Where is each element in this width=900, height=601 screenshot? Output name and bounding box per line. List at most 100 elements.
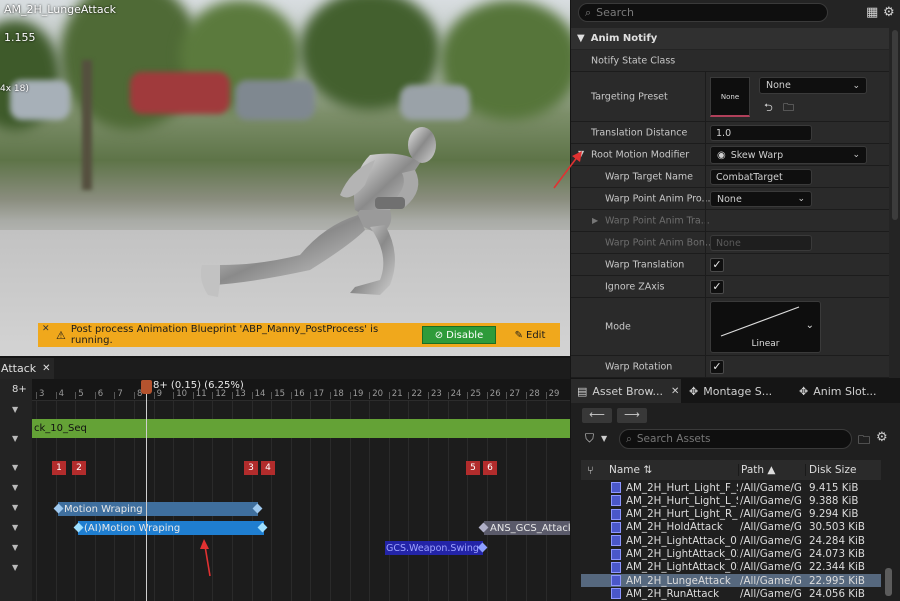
table-view-icon[interactable]: ▦ bbox=[866, 5, 878, 20]
asset-row[interactable]: AM_2H_HoldAttack/All/Game/G 30.503 KiB bbox=[581, 521, 881, 534]
asset-row[interactable]: AM_2H_LightAttack_02/All/Game/G 24.073 Ki… bbox=[581, 548, 881, 561]
asset-row[interactable]: AM_2H_Hurt_Light_L_S/All/Game/G 9.388 KiB bbox=[581, 494, 881, 507]
tab-anim-slot[interactable]: ✥ Anim Slot... bbox=[793, 379, 900, 403]
browse-asset-icon[interactable]: 🗀 bbox=[783, 99, 794, 118]
notify-gcs-weapon-swing[interactable]: GCS.Weapon.Swing bbox=[385, 541, 483, 555]
section-marker[interactable]: 5 bbox=[466, 461, 480, 475]
asset-row[interactable]: AM_2H_Hurt_Light_F_S/All/Game/G 9.415 KiB bbox=[581, 481, 881, 494]
gear-icon[interactable]: ⚙ bbox=[883, 5, 895, 20]
ruler-tick bbox=[486, 392, 488, 399]
asset-name: AM_2H_HoldAttack bbox=[626, 521, 723, 534]
notify-ai-motion-warping[interactable]: (AI)Motion Wraping bbox=[78, 521, 264, 535]
anim-notify-section-header[interactable]: ▼ Anim Notify bbox=[571, 28, 889, 49]
anim-sequence-segment[interactable]: ck_10_Seq bbox=[32, 419, 570, 438]
asset-path: /All/Game/G bbox=[740, 574, 802, 587]
prop-warp-point-anim-bone: Warp Point Anim Bon... None bbox=[571, 232, 889, 254]
ruler-tick bbox=[114, 392, 116, 399]
disable-button-label: Disable bbox=[446, 329, 484, 341]
chevron-down-icon[interactable]: ▼ bbox=[601, 434, 607, 443]
asset-row[interactable]: AM_2H_LungeAttack/All/Game/G 22.995 KiB bbox=[581, 574, 881, 588]
playhead-time-label: 8+ (0.15) (6.25%) bbox=[153, 380, 244, 391]
section-marker[interactable]: 1 bbox=[52, 461, 66, 475]
close-icon[interactable]: ✕ bbox=[42, 363, 50, 374]
chevron-down-icon[interactable]: ▼ bbox=[12, 523, 18, 532]
edit-button[interactable]: ✎ Edit bbox=[504, 326, 556, 344]
ruler-tick bbox=[36, 392, 37, 399]
disable-button[interactable]: ⊘ Disable bbox=[422, 326, 496, 344]
chevron-down-icon[interactable]: ▼ bbox=[12, 434, 18, 443]
section-marker[interactable]: 2 bbox=[72, 461, 86, 475]
asset-name: AM_2H_LightAttack_02 bbox=[626, 548, 738, 560]
banner-close-icon[interactable]: ✕ bbox=[42, 324, 50, 334]
close-icon[interactable]: ✕ bbox=[671, 386, 679, 397]
chevron-down-icon[interactable]: ▼ bbox=[12, 563, 18, 572]
back-button[interactable]: ⟵ bbox=[582, 408, 612, 423]
expand-triangle-icon[interactable]: ▶ bbox=[592, 216, 598, 225]
chevron-down-icon[interactable]: ▼ bbox=[12, 463, 18, 472]
ruler-tick bbox=[388, 392, 390, 399]
section-marker[interactable]: 6 bbox=[483, 461, 497, 475]
ruler-tick bbox=[330, 392, 331, 399]
notify-ans-gcs-attack[interactable]: ANS_GCS_Attack bbox=[484, 521, 570, 535]
section-marker[interactable]: 3 bbox=[244, 461, 258, 475]
targeting-preset-thumbnail[interactable]: None bbox=[710, 77, 750, 117]
details-search-input[interactable]: ⌕ Search bbox=[578, 3, 828, 22]
column-disk-size[interactable]: Disk Size bbox=[805, 464, 856, 476]
ruler-tick bbox=[55, 392, 57, 399]
asset-row[interactable]: AM_2H_LightAttack_03/All/Game/G 22.344 Ki… bbox=[581, 561, 881, 574]
tab-asset-browser[interactable]: ▤ Asset Brow... ✕ bbox=[571, 379, 681, 403]
prop-warp-translation: Warp Translation ✓ ↶ bbox=[571, 254, 900, 276]
search-icon: ⌕ bbox=[626, 432, 632, 445]
column-name[interactable]: Name ⇅ bbox=[609, 464, 652, 476]
slot-icon: ✥ bbox=[799, 384, 809, 398]
anim-montage-icon bbox=[611, 575, 621, 587]
column-path[interactable]: Path ▲ bbox=[738, 464, 776, 476]
chevron-down-icon[interactable]: ▼ bbox=[12, 483, 18, 492]
details-scrollbar[interactable] bbox=[892, 30, 898, 220]
ruler-tick bbox=[153, 392, 155, 399]
targeting-preset-dropdown[interactable]: None ⌄ bbox=[759, 77, 867, 94]
animation-viewport[interactable]: AM_2H_LungeAttack 1.155 4x 18) ✕ ⚠ Post … bbox=[0, 0, 570, 356]
forward-button[interactable]: ⟶ bbox=[617, 408, 647, 423]
thumbnail-label: None bbox=[720, 93, 740, 101]
warp-translation-checkbox[interactable]: ✓ bbox=[710, 258, 724, 272]
ruler-tick-label: 18 bbox=[333, 389, 344, 399]
gear-icon[interactable]: ⚙ bbox=[876, 430, 888, 445]
warp-target-name-input[interactable]: CombatTarget bbox=[710, 169, 812, 185]
tab-montage-sections[interactable]: ✥ Montage S... bbox=[683, 379, 791, 403]
filter-icon[interactable]: ⛉ bbox=[585, 431, 594, 446]
notify-label: Motion Wraping bbox=[64, 503, 143, 515]
timeline-tab[interactable]: Attack ✕ bbox=[0, 358, 54, 379]
use-selected-icon[interactable]: ⮌ bbox=[764, 99, 773, 118]
asset-row[interactable]: AM_2H_Hurt_Light_R_S/All/Game/G 9.294 KiB bbox=[581, 508, 881, 521]
warp-rotation-checkbox[interactable]: ✓ bbox=[710, 360, 724, 374]
timeline-ruler[interactable]: 3 4 5 6 7 8 9 10 11 12 13 14 15 16 17 18 19 20 21 22 23 24 25 2… bbox=[32, 379, 570, 401]
translation-distance-input[interactable]: 1.0 bbox=[710, 125, 812, 141]
folder-icon[interactable]: 🗀 bbox=[858, 431, 870, 452]
asset-row[interactable]: AM_2H_LightAttack_01/All/Game/G 24.284 Ki… bbox=[581, 534, 881, 547]
column-size-label: Disk Size bbox=[809, 464, 857, 476]
root-motion-modifier-value: Skew Warp bbox=[730, 149, 784, 161]
tree-view-icon[interactable]: ⑂ bbox=[587, 464, 594, 477]
warp-point-anim-provider-dropdown[interactable]: None ⌄ bbox=[710, 191, 812, 207]
asset-path: /All/Game/G bbox=[740, 521, 802, 534]
asset-search-input[interactable]: ⌕ Search Assets bbox=[619, 429, 852, 449]
chevron-down-icon[interactable]: ▼ bbox=[12, 503, 18, 512]
mode-curve-dropdown[interactable]: ⌄ Linear bbox=[710, 301, 821, 353]
section-marker[interactable]: 4 bbox=[261, 461, 275, 475]
chevron-down-icon[interactable]: ▼ bbox=[12, 405, 18, 414]
ruler-tick-label: 22 bbox=[411, 389, 423, 399]
notify-motion-warping[interactable]: Motion Wraping bbox=[58, 502, 258, 516]
asset-size: 30.503 KiB bbox=[809, 521, 865, 534]
ignore-zaxis-checkbox[interactable]: ✓ bbox=[710, 280, 724, 294]
root-motion-modifier-dropdown[interactable]: ◉ Skew Warp ⌄ bbox=[710, 146, 867, 164]
asset-name: AM_2H_RunAttack bbox=[626, 587, 720, 600]
ruler-tick-label: 25 bbox=[470, 389, 482, 399]
asset-list-scrollbar[interactable] bbox=[885, 568, 892, 596]
prop-label: Warp Target Name bbox=[605, 171, 694, 182]
chevron-down-icon[interactable]: ▼ bbox=[12, 543, 18, 552]
asset-row[interactable]: AM_2H_RunAttack/All/Game/G 24.056 KiB bbox=[581, 587, 881, 600]
asset-browser-icon: ▤ bbox=[577, 384, 588, 398]
playhead-handle[interactable] bbox=[141, 380, 152, 394]
ruler-tick-label: 6 bbox=[97, 389, 104, 399]
